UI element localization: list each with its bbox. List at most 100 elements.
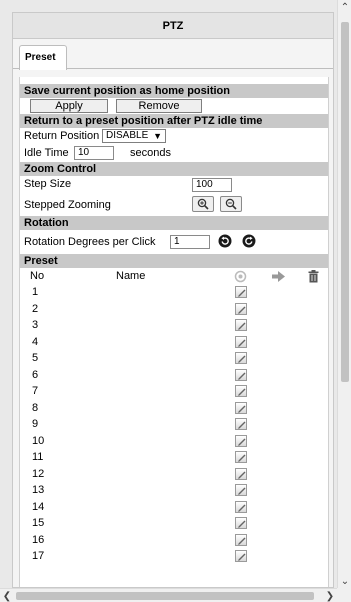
preset-number: 16 xyxy=(32,533,45,546)
pencil-icon[interactable] xyxy=(235,368,247,381)
rotation-degrees-row: Rotation Degrees per Click 1 xyxy=(20,230,328,254)
pencil-icon[interactable] xyxy=(235,352,247,364)
scroll-corner xyxy=(337,588,351,602)
tab-preset[interactable]: Preset xyxy=(19,45,67,70)
vertical-scroll-thumb[interactable] xyxy=(341,22,349,382)
table-row: 11 xyxy=(20,449,328,466)
pencil-icon[interactable] xyxy=(235,484,247,496)
column-header-name: Name xyxy=(116,270,146,282)
scroll-down-icon[interactable]: ⌄ xyxy=(338,574,351,588)
pencil-icon[interactable] xyxy=(235,517,247,529)
preset-number: 15 xyxy=(32,517,45,529)
horizontal-scroll-thumb[interactable] xyxy=(16,592,314,600)
rotate-left-icon[interactable] xyxy=(218,234,232,248)
preset-table-header: No Name xyxy=(20,268,328,284)
preset-number: 10 xyxy=(32,434,45,447)
idle-time-label: Idle Time xyxy=(24,147,69,159)
rotate-right-icon[interactable] xyxy=(242,234,256,248)
return-position-select[interactable]: DISABLE ▼ xyxy=(102,129,166,143)
ptz-panel: PTZ Preset Save current position as home… xyxy=(12,12,334,588)
section-idle-return: Return to a preset position after PTZ id… xyxy=(20,114,328,128)
table-row: 15 xyxy=(20,515,328,532)
scroll-left-icon[interactable]: ❮ xyxy=(0,589,14,602)
pencil-icon[interactable] xyxy=(235,401,247,414)
preset-number: 8 xyxy=(32,401,39,414)
pencil-icon[interactable] xyxy=(235,319,247,331)
section-preset: Preset xyxy=(20,254,328,268)
rotation-degrees-input[interactable]: 1 xyxy=(170,235,210,249)
preset-number: 3 xyxy=(32,319,39,331)
section-rotation: Rotation xyxy=(20,216,328,230)
zoom-in-icon xyxy=(197,198,209,210)
table-row: 8 xyxy=(20,400,328,417)
preset-number: 14 xyxy=(32,500,45,513)
pencil-icon[interactable] xyxy=(235,434,247,447)
target-icon xyxy=(234,270,247,283)
pencil-icon[interactable] xyxy=(235,302,247,315)
stepped-zooming-row: Stepped Zooming xyxy=(20,194,328,216)
pencil-icon[interactable] xyxy=(235,286,247,298)
return-position-row: Return Position DISABLE ▼ xyxy=(20,128,328,145)
pencil-icon[interactable] xyxy=(235,385,247,397)
remove-button[interactable]: Remove xyxy=(116,99,202,113)
zoom-out-button[interactable] xyxy=(220,196,242,212)
horizontal-scrollbar[interactable]: ❮ ❯ xyxy=(0,588,337,602)
table-row: 3 xyxy=(20,317,328,334)
pencil-icon[interactable] xyxy=(235,500,247,513)
column-header-no: No xyxy=(30,270,45,282)
zoom-out-icon xyxy=(225,198,237,210)
chevron-down-icon: ▼ xyxy=(153,131,162,141)
preset-number: 2 xyxy=(32,302,39,315)
step-size-input[interactable]: 100 xyxy=(192,178,232,192)
preset-number: 17 xyxy=(32,550,45,562)
table-row: 7 xyxy=(20,383,328,400)
table-row: 6 xyxy=(20,367,328,384)
pencil-icon[interactable] xyxy=(235,467,247,480)
vertical-scrollbar[interactable]: ⌃ ⌄ xyxy=(337,0,351,588)
preset-number: 7 xyxy=(32,385,39,397)
preset-number: 11 xyxy=(32,451,44,463)
preset-number: 6 xyxy=(32,368,39,381)
idle-time-unit: seconds xyxy=(130,147,171,159)
preset-number: 4 xyxy=(32,335,39,348)
table-row: 4 xyxy=(20,334,328,351)
idle-time-input[interactable]: 10 xyxy=(74,146,114,160)
preset-number: 5 xyxy=(32,352,39,364)
return-position-label: Return Position xyxy=(24,130,100,142)
pencil-icon[interactable] xyxy=(235,418,247,430)
pencil-icon[interactable] xyxy=(235,550,247,562)
rotation-degrees-label: Rotation Degrees per Click xyxy=(24,236,156,248)
idle-time-row: Idle Time 10 seconds xyxy=(20,145,328,162)
stepped-zooming-label: Stepped Zooming xyxy=(24,199,111,211)
panel-title: PTZ xyxy=(13,13,333,39)
table-row: 16 xyxy=(20,532,328,549)
table-row: 12 xyxy=(20,466,328,483)
preset-number: 12 xyxy=(32,467,45,480)
table-row: 1 xyxy=(20,284,328,301)
step-size-row: Step Size 100 xyxy=(20,176,328,194)
table-row: 9 xyxy=(20,416,328,433)
table-row: 13 xyxy=(20,482,328,499)
apply-button[interactable]: Apply xyxy=(30,99,108,113)
section-zoom-control: Zoom Control xyxy=(20,162,328,176)
preset-number: 13 xyxy=(32,484,45,496)
scroll-right-icon[interactable]: ❯ xyxy=(323,589,337,602)
scroll-up-icon[interactable]: ⌃ xyxy=(338,0,351,14)
table-row: 5 xyxy=(20,350,328,367)
tab-bar: Preset xyxy=(13,39,333,70)
pencil-icon[interactable] xyxy=(235,335,247,348)
preset-number: 9 xyxy=(32,418,39,430)
table-row: 17 xyxy=(20,548,328,565)
zoom-in-button[interactable] xyxy=(192,196,214,212)
pencil-icon[interactable] xyxy=(235,451,247,463)
pencil-icon[interactable] xyxy=(235,533,247,546)
preset-number: 1 xyxy=(32,286,39,298)
home-buttons-row: Apply Remove xyxy=(20,98,328,114)
step-size-label: Step Size xyxy=(24,178,72,190)
trash-icon xyxy=(308,270,319,283)
table-row: 10 xyxy=(20,433,328,450)
arrow-right-icon xyxy=(272,271,285,282)
preset-table-body: 1 2 3 4 5 6 7 8 9 10 11 12 13 14 15 16 17 xyxy=(20,284,328,565)
table-row: 14 xyxy=(20,499,328,516)
return-position-value: DISABLE xyxy=(106,130,149,141)
